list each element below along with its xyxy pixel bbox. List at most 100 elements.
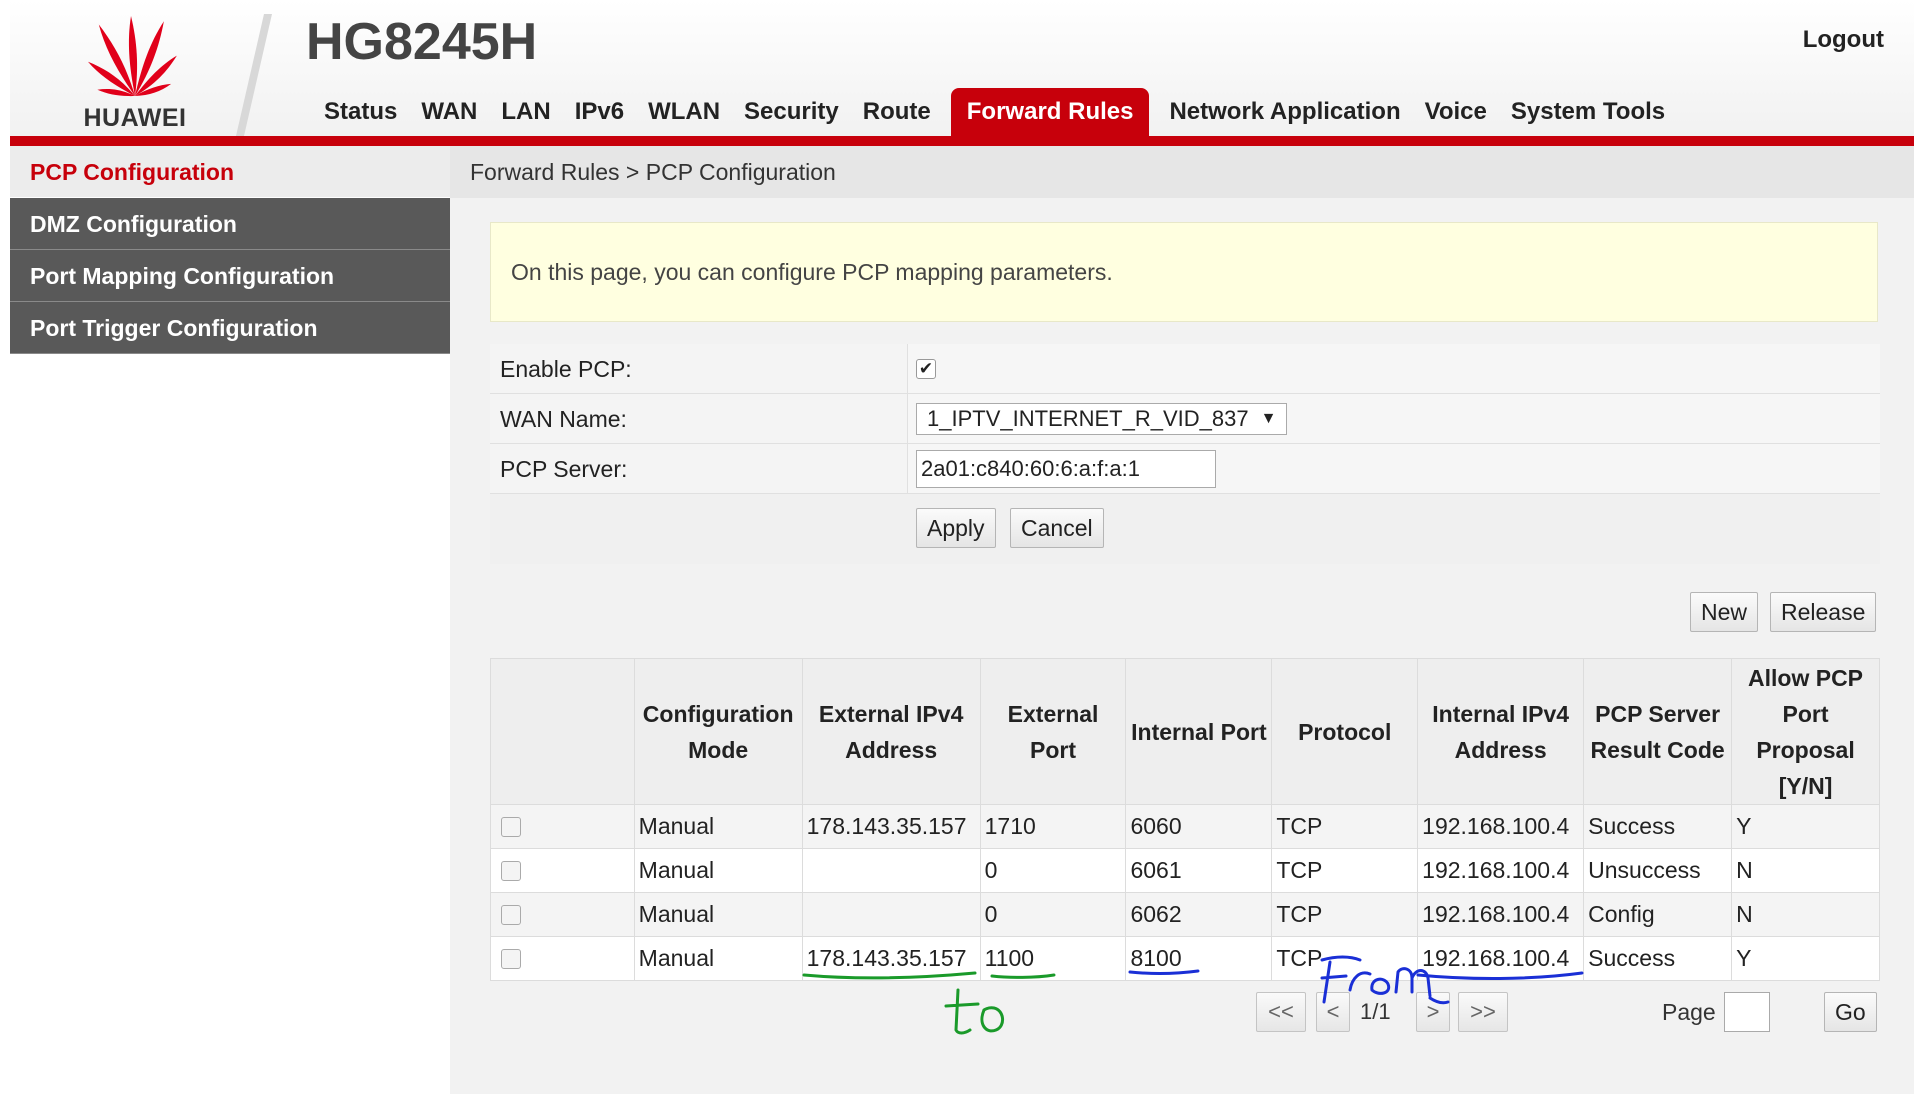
pcp-form: Enable PCP: ✔ WAN Name: 1_IPTV_INTERNET_… xyxy=(490,344,1880,564)
table-cell: 192.168.100.4 xyxy=(1417,892,1585,937)
wan-name-select[interactable]: 1_IPTV_INTERNET_R_VID_837 ▼ xyxy=(916,402,1288,435)
nav-wlan[interactable]: WLAN xyxy=(636,88,732,136)
table-cell: TCP xyxy=(1271,848,1419,893)
table-cell: 6062 xyxy=(1125,892,1273,937)
nav-security[interactable]: Security xyxy=(732,88,851,136)
sidebar: PCP Configuration DMZ Configuration Port… xyxy=(10,146,450,1094)
header: HUAWEI HG8245H Logout Status WAN LAN IPv… xyxy=(10,0,1914,136)
first-page-button[interactable]: << xyxy=(1256,992,1306,1032)
annotation-from-label: from xyxy=(0,0,2,1)
nav-status[interactable]: Status xyxy=(312,88,409,136)
page-info: 1/1 xyxy=(1360,999,1391,1024)
sidebar-item-pcp-configuration[interactable]: PCP Configuration xyxy=(10,146,450,198)
col-internal-ipv4-address: Internal IPv4 Address xyxy=(1417,658,1585,805)
table-cell: 192.168.100.4 xyxy=(1417,848,1585,893)
col-external-ipv4-address: External IPv4 Address xyxy=(801,658,981,805)
col-external-port: External Port xyxy=(979,658,1127,805)
table-cell: Manual xyxy=(633,804,803,849)
pcp-server-row: PCP Server: 2a01:c840:60:6:a:f:a:1 xyxy=(490,444,1880,494)
sidebar-item-port-mapping-configuration[interactable]: Port Mapping Configuration xyxy=(10,250,450,302)
release-button[interactable]: Release xyxy=(1770,592,1877,632)
table-cell: Manual xyxy=(633,848,803,893)
cancel-button[interactable]: Cancel xyxy=(1010,508,1104,548)
nav-network-application[interactable]: Network Application xyxy=(1157,88,1412,136)
breadcrumb: Forward Rules > PCP Configuration xyxy=(450,146,1914,198)
table-cell: 0 xyxy=(979,848,1127,893)
table-cell: Unsuccess xyxy=(1583,848,1733,893)
apply-button[interactable]: Apply xyxy=(916,508,996,548)
col-internal-port: Internal Port xyxy=(1125,658,1273,805)
nav-forward-rules[interactable]: Forward Rules xyxy=(950,88,1150,136)
page-description: On this page, you can configure PCP mapp… xyxy=(490,222,1878,322)
page-label: Page xyxy=(1662,999,1716,1025)
enable-pcp-checkbox[interactable]: ✔ xyxy=(916,358,936,379)
table-cell: Manual xyxy=(633,892,803,937)
table-row: Manual 178.143.35.157 1100 8100 TCP 192.… xyxy=(490,936,1880,981)
table-cell: 6060 xyxy=(1125,804,1273,849)
table-cell: Y xyxy=(1731,936,1880,981)
brand-text: HUAWEI xyxy=(83,104,187,132)
nav-ipv6[interactable]: IPv6 xyxy=(563,88,636,136)
row-checkbox[interactable] xyxy=(501,860,521,881)
go-button[interactable]: Go xyxy=(1824,992,1877,1032)
nav-voice[interactable]: Voice xyxy=(1413,88,1499,136)
annotation-to-label: to xyxy=(0,0,1,1)
table-row: Manual 0 6061 TCP 192.168.100.4 Unsucces… xyxy=(490,848,1880,893)
col-select xyxy=(490,658,635,805)
table-cell: TCP xyxy=(1271,804,1419,849)
table-cell: TCP xyxy=(1271,936,1419,981)
next-page-button[interactable]: > xyxy=(1416,992,1450,1032)
table-cell: 192.168.100.4 xyxy=(1417,804,1585,849)
table-cell: 6061 xyxy=(1125,848,1273,893)
col-configuration-mode: Configuration Mode xyxy=(633,658,803,805)
table-cell xyxy=(801,892,981,937)
table-cell: N xyxy=(1731,848,1880,893)
router-admin-page: HUAWEI HG8245H Logout Status WAN LAN IPv… xyxy=(0,0,1914,1094)
col-protocol: Protocol xyxy=(1271,658,1419,805)
product-title: HG8245H xyxy=(306,13,538,71)
table-cell: 1710 xyxy=(979,804,1127,849)
form-buttons-row: Apply Cancel xyxy=(490,494,1880,564)
sidebar-item-port-trigger-configuration[interactable]: Port Trigger Configuration xyxy=(10,302,450,354)
pcp-mapping-table: Configuration Mode External IPv4 Address… xyxy=(490,658,1880,981)
header-red-bar xyxy=(10,136,1914,146)
col-pcp-server-result-code: PCP Server Result Code xyxy=(1583,658,1733,805)
page-number-input[interactable] xyxy=(1724,992,1770,1032)
prev-page-button[interactable]: < xyxy=(1316,992,1350,1032)
table-cell: 192.168.100.4 xyxy=(1417,936,1585,981)
wan-name-row: WAN Name: 1_IPTV_INTERNET_R_VID_837 ▼ xyxy=(490,394,1880,444)
wan-name-value: 1_IPTV_INTERNET_R_VID_837 xyxy=(927,405,1249,431)
row-checkbox[interactable] xyxy=(501,948,521,969)
table-cell: 0 xyxy=(979,892,1127,937)
table-cell: Y xyxy=(1731,804,1880,849)
nav-route[interactable]: Route xyxy=(851,88,943,136)
table-cell: 8100 xyxy=(1125,936,1273,981)
table-row: Manual 0 6062 TCP 192.168.100.4 Config N xyxy=(490,892,1880,937)
row-checkbox[interactable] xyxy=(501,904,521,925)
header-divider-slash xyxy=(236,14,272,136)
sidebar-item-dmz-configuration[interactable]: DMZ Configuration xyxy=(10,198,450,250)
table-cell: TCP xyxy=(1271,892,1419,937)
table-cell: Config xyxy=(1583,892,1733,937)
new-button[interactable]: New xyxy=(1690,592,1759,632)
enable-pcp-row: Enable PCP: ✔ xyxy=(490,344,1880,394)
table-cell: 178.143.35.157 xyxy=(801,936,981,981)
pcp-server-input[interactable]: 2a01:c840:60:6:a:f:a:1 xyxy=(916,449,1216,488)
nav-lan[interactable]: LAN xyxy=(489,88,562,136)
table-row: Manual 178.143.35.157 1710 6060 TCP 192.… xyxy=(490,804,1880,849)
nav-wan[interactable]: WAN xyxy=(409,88,489,136)
table-cell: 1100 xyxy=(979,936,1127,981)
table-cell: Success xyxy=(1583,804,1733,849)
dropdown-arrow-icon: ▼ xyxy=(1260,409,1277,427)
huawei-logo: HUAWEI xyxy=(60,4,210,132)
table-cell xyxy=(801,848,981,893)
table-cell: N xyxy=(1731,892,1880,937)
row-checkbox[interactable] xyxy=(501,816,521,837)
nav-system-tools[interactable]: System Tools xyxy=(1499,88,1677,136)
enable-pcp-label: Enable PCP: xyxy=(490,344,908,393)
table-cell: Success xyxy=(1583,936,1733,981)
logout-link[interactable]: Logout xyxy=(1803,26,1884,54)
pcp-server-label: PCP Server: xyxy=(490,444,908,493)
main-content: Forward Rules > PCP Configuration On thi… xyxy=(450,146,1914,1094)
last-page-button[interactable]: >> xyxy=(1458,992,1508,1032)
